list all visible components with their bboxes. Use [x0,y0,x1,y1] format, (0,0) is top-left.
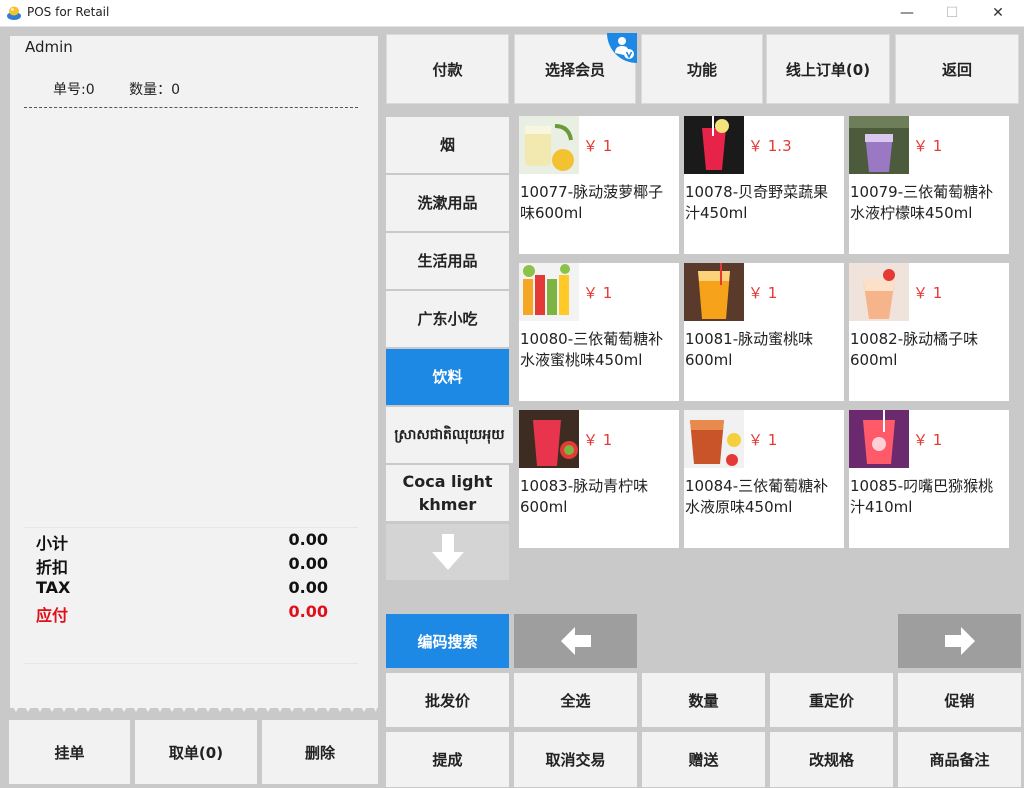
product-card[interactable]: ￥ 1 10083-脉动青柠味600ml [519,410,679,548]
product-name: 10081-脉动蜜桃味600ml [685,330,814,369]
product-card[interactable]: ￥ 1.3 10078-贝奇野菜蔬果汁450ml [684,116,844,254]
arrow-right-icon [944,627,975,655]
order-quantity: 数量：0 [129,82,180,98]
quantity-button[interactable]: 数量 [642,673,765,727]
change-spec-button[interactable]: 改规格 [770,732,893,787]
window-title: POS for Retail [27,5,110,19]
code-search-button[interactable]: 编码搜索 [386,614,509,668]
category-cigarettes[interactable]: 烟 [386,117,509,173]
prev-page-button[interactable] [514,614,637,668]
arrow-left-icon [560,627,591,655]
product-price: ￥ 1 [913,284,943,302]
minimize-button[interactable]: — [884,0,930,26]
arrow-down-icon [431,534,464,570]
receipt-panel: Admin 单号:0 数量：0 小计 0.00 折扣 0.00 TAX 0.00… [10,36,378,708]
order-info: 单号:0 数量：0 [53,79,210,99]
product-image [849,410,909,468]
product-name: 10082-脉动橘子味600ml [850,330,979,369]
product-price: ￥ 1 [583,431,613,449]
product-note-button[interactable]: 商品备注 [898,732,1021,787]
tax-row: TAX 0.00 [36,578,336,602]
totals-bottom-rule [24,663,358,664]
totals-top-rule [24,527,358,528]
product-card[interactable]: ￥ 1 10085-叼嘴巴猕猴桃汁410ml [849,410,1009,548]
product-price: ￥ 1 [748,431,778,449]
product-card[interactable]: ￥ 1 10082-脉动橘子味600ml [849,263,1009,401]
member-vip-icon [607,33,637,63]
product-image [519,263,579,321]
order-number: 单号:0 [53,82,95,98]
functions-button[interactable]: 功能 [641,34,763,104]
subtotal-row: 小计 0.00 [36,530,336,554]
maximize-button[interactable]: ☐ [929,0,975,26]
next-page-button[interactable] [898,614,1021,668]
product-image [684,410,744,468]
pos-app-icon [7,6,21,20]
discount-value: 0.00 [288,554,328,573]
cancel-transaction-button[interactable]: 取消交易 [514,732,637,787]
category-beverages[interactable]: 饮料 [386,349,509,405]
title-bar: POS for Retail — ☐ ✕ [0,0,1024,27]
product-price: ￥ 1 [913,431,943,449]
product-name: 10083-脉动青柠味600ml [520,477,649,516]
product-image [519,410,579,468]
product-price: ￥ 1 [583,284,613,302]
commission-button[interactable]: 提成 [386,732,509,787]
product-name: 10078-贝奇野菜蔬果汁450ml [685,183,829,222]
subtotal-value: 0.00 [288,530,328,549]
receipt-divider [24,107,358,108]
user-name: Admin [25,38,73,56]
product-image [849,263,909,321]
product-name: 10080-三依葡萄糖补水液蜜桃味450ml [520,330,664,369]
online-orders-button[interactable]: 线上订单(0) [766,34,890,104]
tax-label: TAX [36,578,71,597]
product-price: ￥ 1 [583,137,613,155]
select-member-button[interactable]: 选择会员 [514,33,637,104]
product-card[interactable]: ￥ 1 10079-三依葡萄糖补水液柠檬味450ml [849,116,1009,254]
promotion-button[interactable]: 促销 [898,673,1021,727]
discount-label: 折扣 [36,558,69,577]
product-image [849,116,909,174]
retrieve-order-button[interactable]: 取单(0) [135,720,257,784]
category-toiletries[interactable]: 洗漱用品 [386,175,509,231]
product-image [519,116,579,174]
product-name: 10077-脉动菠萝椰子味600ml [520,183,664,222]
back-button[interactable]: 返回 [895,34,1019,104]
receipt-tear-edge [10,702,378,712]
reprice-button[interactable]: 重定价 [770,673,893,727]
product-name: 10084-三依葡萄糖补水液原味450ml [685,477,829,516]
amount-due-value: 0.00 [288,602,328,621]
category-daily-goods[interactable]: 生活用品 [386,233,509,289]
amount-due-label: 应付 [36,606,69,625]
product-card[interactable]: ￥ 1 10077-脉动菠萝椰子味600ml [519,116,679,254]
subtotal-label: 小计 [36,534,69,553]
pay-button[interactable]: 付款 [386,34,509,104]
product-card[interactable]: ￥ 1 10084-三依葡萄糖补水液原味450ml [684,410,844,548]
hold-order-button[interactable]: 挂单 [9,720,130,784]
category-coca-light-khmer[interactable]: Coca light khmer [386,465,509,521]
discount-row: 折扣 0.00 [36,554,336,578]
product-price: ￥ 1 [913,137,943,155]
product-image [684,116,744,174]
delete-button[interactable]: 删除 [262,720,378,784]
gift-button[interactable]: 赠送 [642,732,765,787]
product-card[interactable]: ￥ 1 10080-三依葡萄糖补水液蜜桃味450ml [519,263,679,401]
category-khmer-wine[interactable]: ស្រាសជាតិឈុយអុយ [386,407,513,463]
product-card[interactable]: ￥ 1 10081-脉动蜜桃味600ml [684,263,844,401]
product-price: ￥ 1.3 [748,137,792,155]
category-scroll-down-button[interactable] [386,524,509,580]
product-name: 10085-叼嘴巴猕猴桃汁410ml [850,477,994,516]
amount-due-row: 应付 0.00 [36,602,336,626]
tax-value: 0.00 [288,578,328,597]
product-name: 10079-三依葡萄糖补水液柠檬味450ml [850,183,994,222]
product-image [684,263,744,321]
close-button[interactable]: ✕ [975,0,1021,26]
wholesale-price-button[interactable]: 批发价 [386,673,509,727]
select-member-label: 选择会员 [544,60,605,79]
select-all-button[interactable]: 全选 [514,673,637,727]
product-price: ￥ 1 [748,284,778,302]
category-cantonese-snacks[interactable]: 广东小吃 [386,291,509,347]
